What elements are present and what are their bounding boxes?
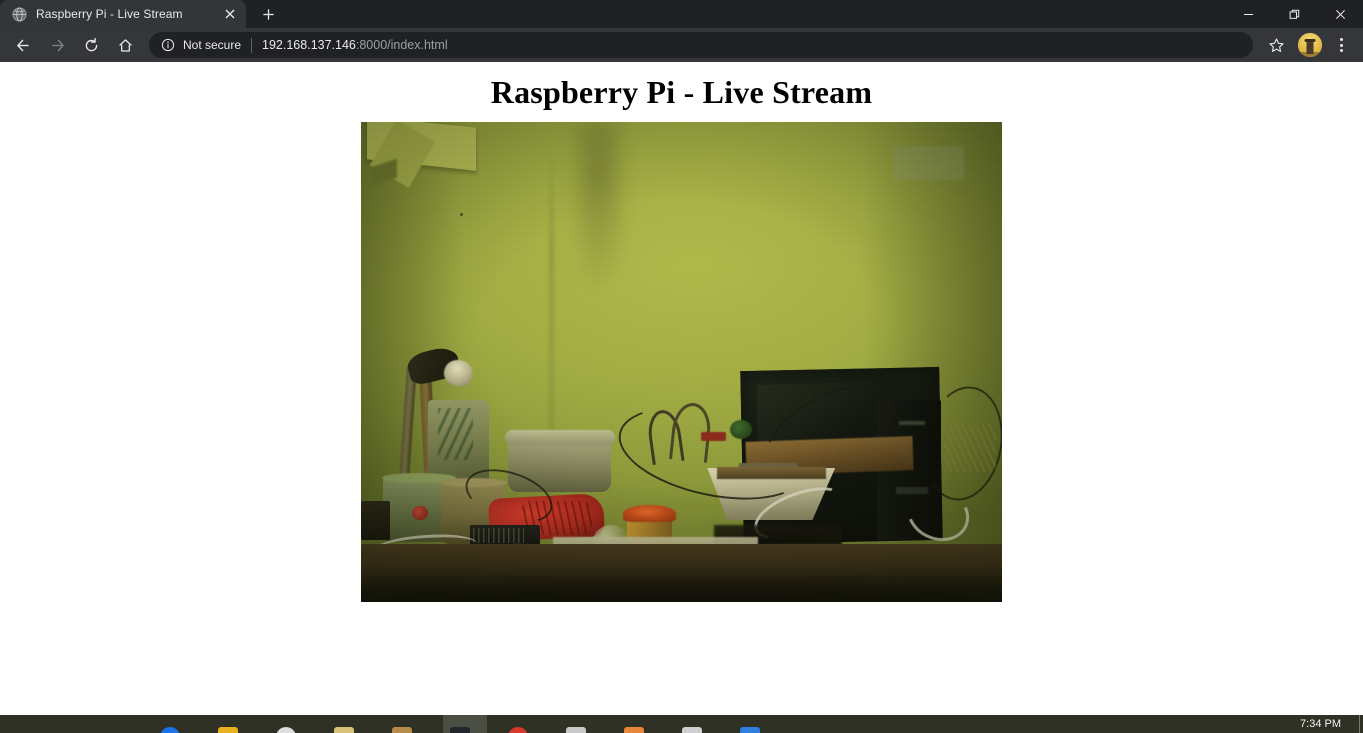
dark-box-left — [361, 501, 390, 540]
chrome-menu-button[interactable] — [1327, 31, 1355, 59]
container-lid — [504, 430, 615, 445]
home-icon — [118, 38, 132, 52]
arrow-right-icon — [51, 39, 64, 51]
menu-dot-2 — [1339, 43, 1343, 47]
tower-led — [899, 420, 926, 426]
reload-icon — [85, 37, 97, 51]
tab-strip: Raspberry Pi - Live Stream — [0, 0, 1363, 28]
omnibox-divider — [251, 37, 253, 53]
forward-button[interactable] — [42, 30, 72, 60]
taskbar-clock-area[interactable]: 7:34 PM — [1300, 715, 1363, 733]
wire-bundle-right — [944, 424, 996, 473]
taskbar-item-10[interactable] — [682, 715, 702, 733]
avatar-person — [1306, 39, 1314, 54]
url-text: 192.168.137.146:8000/index.html — [262, 38, 1241, 52]
back-button[interactable] — [8, 30, 38, 60]
restore-icon — [1289, 9, 1299, 19]
profile-avatar[interactable] — [1298, 33, 1322, 57]
new-tab-button[interactable] — [254, 0, 282, 28]
menu-dot-3 — [1339, 49, 1343, 52]
minimize-icon — [1243, 13, 1253, 15]
minimize-button[interactable] — [1225, 0, 1271, 28]
taskbar-item-5[interactable] — [392, 715, 412, 733]
reload-button[interactable] — [76, 30, 106, 60]
toolbar-right-actions — [1259, 30, 1355, 60]
taskbar-clock: 7:34 PM — [1300, 718, 1341, 730]
cloth-pattern — [437, 407, 474, 461]
taskbar-icons — [160, 715, 760, 733]
close-icon — [1335, 9, 1345, 19]
taskbar-item-8[interactable] — [566, 715, 586, 733]
plus-icon — [262, 8, 274, 20]
brush-bristles — [473, 527, 525, 543]
live-stream-video[interactable] — [361, 122, 1002, 602]
stream-container — [0, 122, 1363, 602]
windows-taskbar: 7:34 PM — [0, 715, 1363, 733]
menu-dot-1 — [1339, 38, 1343, 41]
bookmark-star-button[interactable] — [1261, 30, 1291, 60]
taskbar-item-6[interactable] — [450, 715, 470, 733]
monitor-badge — [893, 146, 964, 180]
url-path: :8000/index.html — [355, 38, 448, 52]
browser-window: Raspberry Pi - Live Stream Not secure 19… — [0, 0, 1363, 733]
taskbar-item-1[interactable] — [160, 715, 180, 733]
desk-surface — [361, 544, 1002, 602]
maximize-restore-button[interactable] — [1271, 0, 1317, 28]
arrow-left-icon — [16, 39, 29, 51]
window-controls — [1225, 0, 1363, 28]
url-host: 192.168.137.146 — [262, 38, 356, 52]
security-status-text: Not secure — [183, 38, 242, 52]
taskbar-item-4[interactable] — [334, 715, 354, 733]
page-title: Raspberry Pi - Live Stream — [490, 74, 873, 110]
tab-strip-drag-area — [282, 0, 1363, 28]
taskbar-item-7[interactable] — [508, 715, 528, 733]
tab-title: Raspberry Pi - Live Stream — [36, 7, 183, 21]
show-desktop-button[interactable] — [1359, 715, 1360, 733]
star-icon — [1268, 37, 1284, 52]
info-circle-icon[interactable] — [160, 37, 176, 53]
taskbar-item-9[interactable] — [624, 715, 644, 733]
home-button[interactable] — [110, 30, 140, 60]
wall-smudge — [559, 122, 637, 372]
taskbar-item-2[interactable] — [218, 715, 238, 733]
address-bar[interactable]: Not secure 192.168.137.146:8000/index.ht… — [149, 32, 1253, 58]
taskbar-item-3[interactable] — [276, 715, 296, 733]
tab-raspberry-pi-live-stream[interactable]: Raspberry Pi - Live Stream — [0, 0, 246, 28]
close-icon[interactable] — [222, 6, 238, 22]
globe-icon — [11, 6, 27, 22]
taskbar-item-11[interactable] — [740, 715, 760, 733]
close-window-button[interactable] — [1317, 0, 1363, 28]
avatar-hat — [1304, 38, 1316, 42]
browser-toolbar: Not secure 192.168.137.146:8000/index.ht… — [0, 28, 1363, 62]
red-bulb — [412, 506, 428, 521]
brass-jar-lid — [622, 505, 677, 523]
page-viewport: Raspberry Pi - Live Stream — [0, 62, 1363, 733]
